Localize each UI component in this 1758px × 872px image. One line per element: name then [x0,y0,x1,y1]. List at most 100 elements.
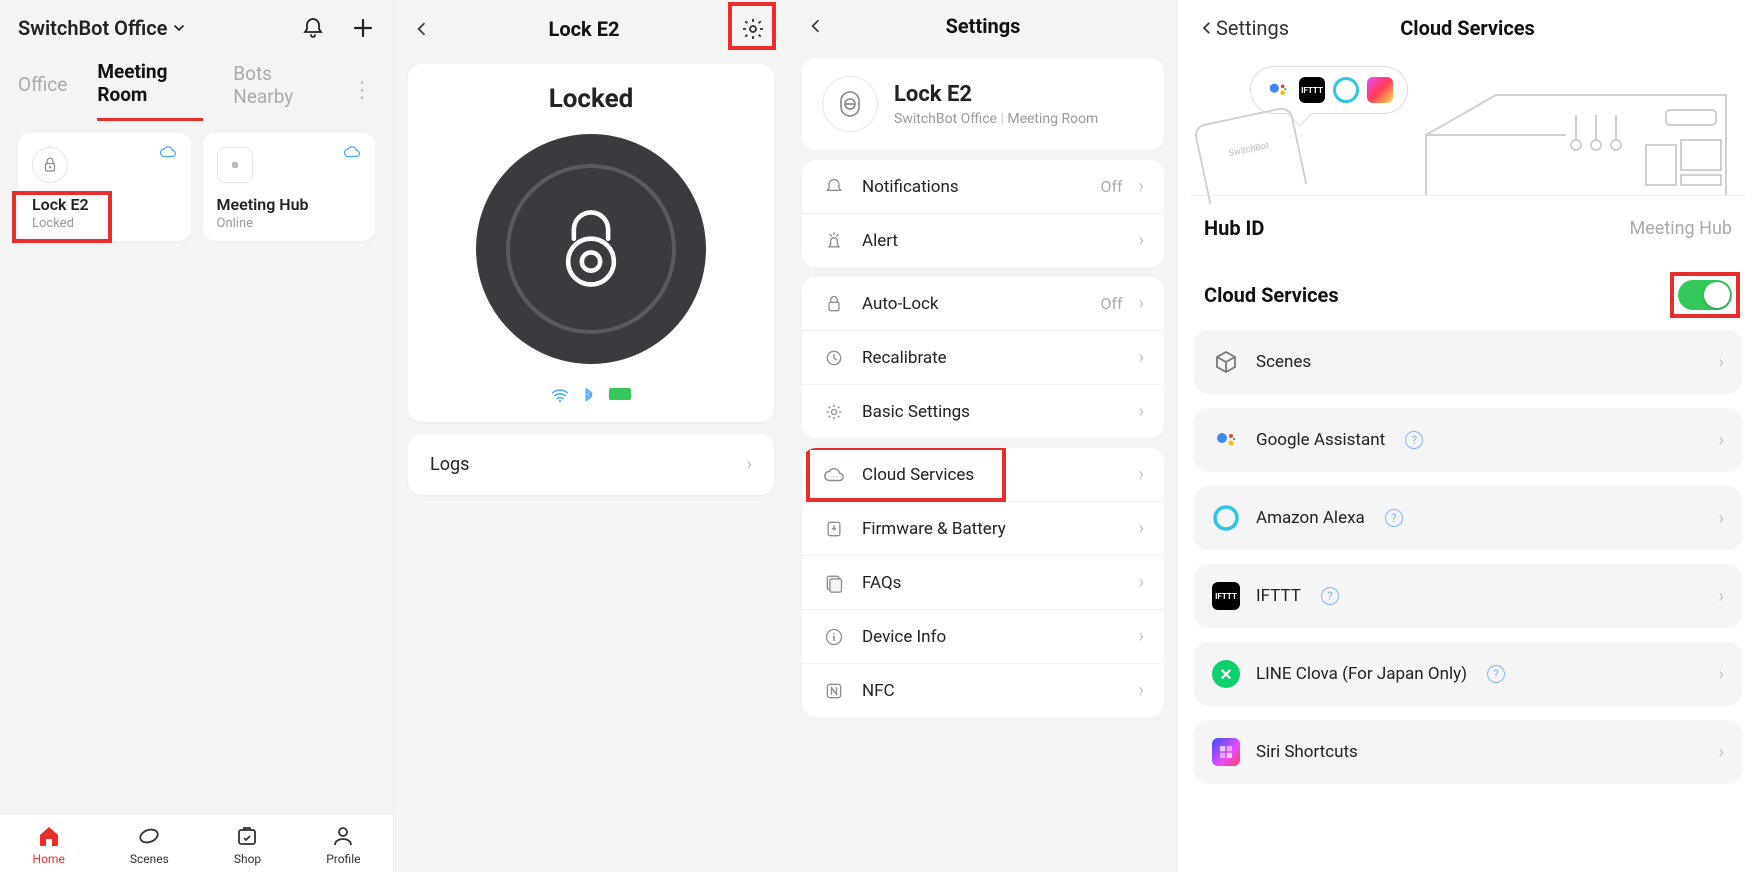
tab-office[interactable]: Office [18,73,67,108]
plus-icon[interactable] [351,16,375,40]
service-row-scenes[interactable]: Scenes › [1194,330,1742,394]
chevron-right-icon: › [1139,518,1144,539]
cloud-services-toggle-row: Cloud Services [1178,260,1758,330]
chevron-right-icon: › [747,454,752,475]
tab-bots-nearby[interactable]: Bots Nearby [233,62,321,120]
lock-toggle-button[interactable] [476,134,706,364]
wifi-icon [551,388,569,404]
back-button[interactable]: Settings [1200,16,1289,40]
profile-icon [331,824,355,848]
settings-row-autolock[interactable]: Auto-Lock Off › [802,277,1164,331]
help-icon[interactable]: ? [1405,431,1423,449]
back-button[interactable] [808,14,824,38]
device-title: Lock E2 [549,17,620,41]
location-name: SwitchBot Office [18,16,167,40]
settings-button[interactable] [738,14,768,44]
help-icon[interactable]: ? [1321,587,1339,605]
device-icon [822,76,878,132]
card-title: Lock E2 [32,195,177,214]
settings-row-device-info[interactable]: Device Info › [802,610,1164,664]
siri-icon [1367,77,1393,103]
cloud-services-toggle[interactable] [1678,280,1732,310]
settings-row-basic[interactable]: Basic Settings › [802,385,1164,438]
cloud-services-label: Cloud Services [1204,283,1339,307]
nfc-icon [822,681,846,701]
chevron-right-icon: › [1139,230,1144,251]
faq-icon [822,573,846,593]
device-location: SwitchBot Office | Meeting Room [894,111,1098,127]
back-button[interactable] [414,17,430,41]
settings-row-firmware[interactable]: Firmware & Battery › [802,502,1164,556]
cloud-services-screen: Settings Cloud Services IFTTT SwitchBot [1178,0,1758,872]
illustration: IFTTT SwitchBot [1190,56,1746,196]
logs-row[interactable]: Logs › [408,434,774,495]
settings-row-notifications[interactable]: Notifications Off › [802,160,1164,214]
logs-label: Logs [430,454,469,475]
device-screen: Lock E2 Locked Logs › [394,0,788,872]
gear-icon [822,402,846,422]
alexa-icon [1212,504,1240,532]
settings-row-recalibrate[interactable]: Recalibrate › [802,331,1164,385]
chevron-right-icon: › [1719,430,1724,451]
card-status: Online [217,216,362,231]
settings-row-cloud-services[interactable]: Cloud Services › [802,448,1164,502]
cloud-icon [159,145,177,159]
phone-illustration: SwitchBot [1193,105,1307,204]
recalibrate-icon [822,348,846,368]
service-row-clova[interactable]: ✕ LINE Clova (For Japan Only) ? › [1194,642,1742,706]
ifttt-icon: IFTTT [1212,582,1240,610]
settings-group-1: Notifications Off › Alert › [802,160,1164,267]
device-card-hub[interactable]: Meeting Hub Online [203,133,376,241]
hub-id-label: Hub ID [1204,216,1264,240]
service-row-google[interactable]: Google Assistant ? › [1194,408,1742,472]
chevron-right-icon: › [1139,680,1144,701]
card-status: Locked [32,216,177,231]
more-icon[interactable]: ⋮ [351,78,375,103]
alexa-icon [1333,77,1359,103]
page-title: Cloud Services [1400,16,1535,40]
location-dropdown[interactable]: SwitchBot Office [18,16,187,40]
room-tabs: Office Meeting Room Bots Nearby ⋮ [0,50,393,121]
chevron-right-icon: › [1719,742,1724,763]
shop-icon [235,824,259,848]
info-icon [822,627,846,647]
google-assistant-icon [1212,426,1240,454]
service-row-siri[interactable]: Siri Shortcuts › [1194,720,1742,784]
service-row-alexa[interactable]: Amazon Alexa ? › [1194,486,1742,550]
cloud-icon [822,467,846,483]
lock-icon [822,294,846,314]
bottom-nav: Home Scenes Shop Profile [0,813,393,872]
nav-home[interactable]: Home [33,824,65,866]
service-row-ifttt[interactable]: IFTTT IFTTT ? › [1194,564,1742,628]
nav-label: Shop [234,852,261,866]
help-icon[interactable]: ? [1487,665,1505,683]
chevron-right-icon: › [1719,664,1724,685]
chevron-right-icon: › [1139,347,1144,368]
settings-row-faqs[interactable]: FAQs › [802,556,1164,610]
nav-label: Home [33,852,65,866]
chevron-right-icon: › [1139,401,1144,422]
nav-profile[interactable]: Profile [326,824,360,866]
settings-row-alert[interactable]: Alert › [802,214,1164,267]
scenes-icon [1212,348,1240,376]
nav-scenes[interactable]: Scenes [130,824,169,866]
chevron-right-icon: › [1719,586,1724,607]
clova-icon: ✕ [1212,660,1240,688]
device-name: Lock E2 [894,82,1098,107]
hub-id-value: Meeting Hub [1630,218,1732,239]
device-header[interactable]: Lock E2 SwitchBot Office | Meeting Room [802,58,1164,150]
nav-label: Profile [326,852,360,866]
nav-shop[interactable]: Shop [234,824,261,866]
tab-meeting-room[interactable]: Meeting Room [97,60,203,121]
house-illustration [1416,85,1736,195]
chevron-right-icon: › [1719,352,1724,373]
settings-group-3: Cloud Services › Firmware & Battery › FA… [802,448,1164,717]
hub-id-row: Hub ID Meeting Hub [1178,196,1758,260]
settings-row-nfc[interactable]: NFC › [802,664,1164,717]
bell-icon[interactable] [301,16,325,40]
lock-status-panel: Locked [408,64,774,422]
device-card-lock[interactable]: Lock E2 Locked [18,133,191,241]
bell-icon [822,177,846,197]
help-icon[interactable]: ? [1385,509,1403,527]
home-icon [37,824,61,848]
